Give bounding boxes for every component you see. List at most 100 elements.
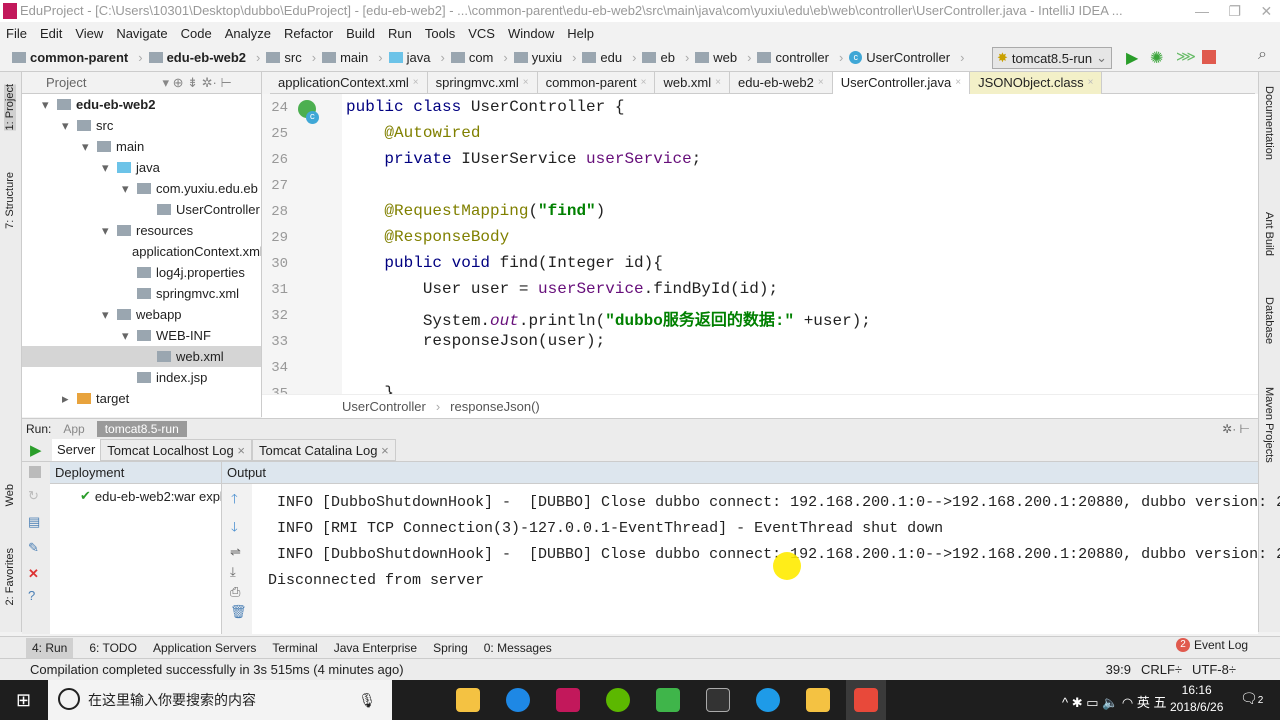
tab-web-xml[interactable]: web.xml × [655, 71, 730, 94]
code-line[interactable]: @ResponseBody [346, 228, 509, 246]
tool-ant-build[interactable]: Ant Build [1263, 212, 1275, 256]
chevron-down-icon[interactable]: ▾ [42, 97, 52, 113]
tool-4-run[interactable]: 4: Run [26, 637, 74, 658]
tool-maven-projects[interactable]: Maven Projects [1263, 387, 1275, 463]
tab-localhost-log[interactable]: Tomcat Localhost Log × [100, 438, 252, 461]
chevron-down-icon[interactable]: ▾ [122, 181, 132, 197]
tool-structure[interactable]: 7: Structure [4, 172, 16, 229]
code-line[interactable]: private IUserService userService; [346, 150, 701, 168]
code-line[interactable]: System.out.println("dubbo服务返回的数据:" +user… [346, 306, 871, 330]
windows-start-icon[interactable]: ⊞ [16, 690, 31, 711]
tab-server[interactable]: Server [52, 438, 101, 461]
caret-position[interactable]: 39:9 [1106, 662, 1131, 677]
chevron-down-icon[interactable]: ▾ [82, 139, 92, 155]
tool-application-servers[interactable]: Application Servers [153, 641, 256, 655]
code-line[interactable]: User user = userService.findById(id); [346, 280, 778, 298]
line-separator[interactable]: CRLF÷ [1141, 662, 1182, 677]
close-tab-icon[interactable]: × [715, 77, 721, 88]
wps-icon[interactable] [756, 688, 780, 712]
code-line[interactable]: responseJson(user); [346, 332, 605, 350]
event-log-button[interactable]: 2 Event Log [1176, 638, 1248, 652]
run-tab-tomcat[interactable]: tomcat8.5-run [96, 420, 187, 437]
encoding[interactable]: UTF-8÷ [1192, 662, 1236, 677]
tree-item[interactable]: springmvc.xml [22, 283, 261, 304]
menu-tools[interactable]: Tools [425, 26, 455, 41]
nav-crumb[interactable]: edu-eb-web2 [148, 50, 261, 65]
tree-item[interactable]: UserController [22, 199, 261, 220]
chevron-down-icon[interactable]: ▾ [122, 328, 132, 344]
tab-springmvc-xml[interactable]: springmvc.xml × [428, 71, 538, 94]
tree-item[interactable]: ▾ com.yuxiu.edu.eb [22, 178, 261, 199]
browser-icon[interactable] [506, 688, 530, 712]
close-tab-icon[interactable]: × [955, 77, 961, 88]
chevron-right-icon[interactable]: ▸ [62, 391, 72, 407]
menu-run[interactable]: Run [388, 26, 412, 41]
up-icon[interactable]: 🡑 [231, 490, 243, 512]
help-icon[interactable]: ? [28, 588, 44, 603]
tool-database[interactable]: Database [1263, 297, 1275, 344]
nav-crumb[interactable]: main [322, 50, 383, 65]
tree-item[interactable]: ▾ webapp [22, 304, 261, 325]
run-tab-app[interactable]: App [57, 421, 90, 437]
tab-common-parent[interactable]: common-parent × [538, 71, 656, 94]
close-tab-icon[interactable]: × [523, 77, 529, 88]
camtasia-icon[interactable] [656, 688, 680, 712]
tree-item[interactable]: index.jsp [22, 367, 261, 388]
nav-crumb[interactable]: yuxiu [513, 50, 577, 65]
tool-spring[interactable]: Spring [433, 641, 468, 655]
tab-applicationcontext-xml[interactable]: applicationContext.xml × [270, 71, 428, 94]
nav-crumb[interactable]: edu [582, 50, 636, 65]
tree-item[interactable]: ▾ WEB-INF [22, 325, 261, 346]
scroll-end-icon[interactable]: ⤓ [230, 564, 244, 580]
camtasia-recorder-icon[interactable] [854, 688, 878, 712]
nav-crumb[interactable]: c UserController [849, 50, 964, 65]
nav-crumb[interactable]: src [266, 50, 316, 65]
chevron-down-icon[interactable]: ▾ [62, 118, 72, 134]
menu-refactor[interactable]: Refactor [284, 26, 333, 41]
tab-usercontroller-java[interactable]: UserController.java × [832, 71, 971, 94]
tree-item[interactable]: ▾ main [22, 136, 261, 157]
menu-help[interactable]: Help [567, 26, 594, 41]
project-title[interactable]: Project [46, 75, 86, 90]
tool-favorites[interactable]: 2: Favorites [4, 548, 16, 605]
stop-icon[interactable] [1202, 50, 1216, 64]
clock[interactable]: 16:16 2018/6/26 [1170, 683, 1223, 714]
breadcrumb-method[interactable]: responseJson() [450, 399, 540, 414]
cmd-icon[interactable] [706, 688, 730, 712]
app-icon[interactable] [606, 688, 630, 712]
menu-file[interactable]: File [6, 26, 27, 41]
tree-item[interactable]: ▾ edu-eb-web2 [22, 94, 261, 115]
output-panel[interactable]: Output INFO [DubboShutdownHook] - [DUBBO… [222, 462, 1280, 634]
tab-jsonobject-class[interactable]: JSONObject.class × [970, 71, 1103, 94]
debug-icon[interactable]: ✺ [1150, 48, 1163, 68]
code-line[interactable]: @Autowired [346, 124, 480, 142]
code-editor[interactable]: 242526272829303132333435 public class Us… [262, 94, 1258, 402]
file-explorer-icon[interactable] [456, 688, 480, 712]
tab-edu-eb-web2[interactable]: edu-eb-web2 × [730, 71, 833, 94]
intellij-icon[interactable] [556, 688, 580, 712]
tree-item[interactable]: ▾ src [22, 115, 261, 136]
tool-6-todo[interactable]: 6: TODO [89, 641, 137, 655]
notification-icon[interactable]: 🗨2 [1240, 690, 1263, 707]
coverage-icon[interactable]: ⋙ [1176, 48, 1196, 65]
tab-catalina-log[interactable]: Tomcat Catalina Log × [251, 438, 396, 461]
breadcrumb-class[interactable]: UserController [342, 399, 426, 414]
wrap-icon[interactable]: ⇌ [230, 544, 244, 560]
close-tab-icon[interactable]: × [413, 77, 419, 88]
pin-icon[interactable]: ✎ [28, 540, 44, 556]
tree-item[interactable]: ▸ target [22, 388, 261, 409]
rerun-icon[interactable]: ▶ [30, 441, 42, 459]
menu-navigate[interactable]: Navigate [116, 26, 167, 41]
tool-terminal[interactable]: Terminal [272, 641, 317, 655]
trash-icon[interactable]: 🗑 [230, 604, 247, 620]
menu-edit[interactable]: Edit [40, 26, 62, 41]
menu-analyze[interactable]: Analyze [225, 26, 271, 41]
chevron-down-icon[interactable]: ▾ [102, 160, 112, 176]
close-tab-icon[interactable]: × [818, 77, 824, 88]
code-line[interactable]: public void find(Integer id){ [346, 254, 662, 272]
menu-vcs[interactable]: VCS [468, 26, 495, 41]
deployment-item[interactable]: ✔edu-eb-web2:war exploded [50, 484, 221, 504]
code-line[interactable]: public class UserController { [346, 98, 624, 116]
tree-item[interactable]: applicationContext.xml [22, 241, 261, 262]
update-icon[interactable]: ↻ [28, 488, 44, 504]
